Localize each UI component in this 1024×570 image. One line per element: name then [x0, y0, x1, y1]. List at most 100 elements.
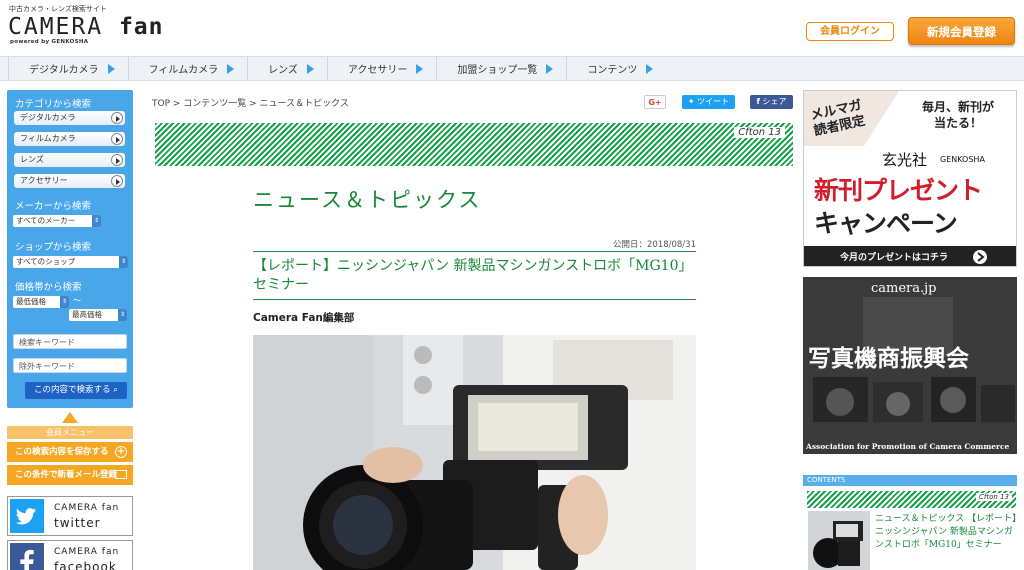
category-label: アクセサリー: [20, 176, 68, 185]
chevron-right-icon: [111, 175, 123, 187]
shop-select-value: すべてのショップ: [16, 257, 76, 266]
category-accessory[interactable]: アクセサリー: [14, 174, 125, 188]
facebook-label: facebook: [54, 560, 117, 570]
login-button[interactable]: 会員ログイン: [806, 22, 894, 41]
arrow-right-icon: [416, 63, 424, 74]
chevron-right-icon: [111, 154, 123, 166]
category-digital[interactable]: デジタルカメラ: [14, 111, 125, 125]
category-lens[interactable]: レンズ: [14, 153, 125, 167]
price-min-value: 最低価格: [16, 297, 46, 306]
member-menu-heading: 会員メニュー: [7, 426, 133, 439]
nav-item-shops[interactable]: 加盟ショップ一覧: [436, 57, 566, 80]
keyword-input[interactable]: 検索キーワード: [13, 334, 127, 349]
breadcrumb[interactable]: TOP > コンテンツ一覧 > ニュース＆トピックス: [152, 96, 349, 109]
price-max-value: 最高価格: [72, 310, 102, 319]
mail-register-label: この条件で新着メール登録: [15, 470, 118, 480]
logo-tagline: 中古カメラ・レンズ検索サイト: [9, 5, 107, 13]
ad2-en: Association for Promotion of Camera Comm…: [806, 442, 1010, 451]
maker-select[interactable]: すべてのメーカー ⇕: [13, 215, 101, 227]
twitter-label: twitter: [54, 516, 101, 530]
mail-icon: [115, 470, 127, 479]
exclude-keyword-input[interactable]: 除外キーワード: [13, 358, 127, 373]
stripe-label: Cfton 13: [734, 127, 785, 138]
twitter-brand: CAMERA fan: [54, 503, 120, 513]
arrow-right-icon: [546, 63, 554, 74]
category-label: フィルムカメラ: [20, 134, 76, 143]
triangle-up-icon: [62, 412, 78, 423]
price-heading: 価格帯から検索: [15, 282, 82, 293]
twitter-banner[interactable]: CAMERA fan twitter: [7, 496, 133, 536]
nav-item-lens[interactable]: レンズ: [247, 57, 327, 80]
tweet-label: ツイート: [697, 97, 730, 106]
ad1-big2: キャンペーン: [814, 209, 958, 238]
facebook-share-button[interactable]: f シェア: [750, 95, 793, 109]
title-bottom-rule: [253, 299, 696, 300]
tweet-button[interactable]: ✦ ツイート: [682, 95, 735, 109]
nav-item-digital[interactable]: デジタルカメラ: [8, 57, 128, 80]
published-date: 公開日：2018/08/31: [613, 240, 696, 250]
nav-item-contents[interactable]: コンテンツ: [566, 57, 666, 80]
shop-select[interactable]: すべてのショップ ⇕: [13, 256, 128, 268]
chevron-right-icon: [111, 133, 123, 145]
search-icon: ⌕: [113, 385, 118, 395]
arrow-right-icon: [306, 63, 314, 74]
title-top-rule: [253, 251, 696, 252]
ad1-cta: 今月のプレゼントはコチラ: [840, 253, 949, 263]
site-header: 中古カメラ・レンズ検索サイト CAMERA fan powered by GEN…: [0, 0, 1024, 56]
logo-word: CAMERA: [8, 14, 104, 40]
present-campaign-banner[interactable]: メルマガ 読者限定 毎月、新刊が 当たる！ 玄光社 GENKOSHA 新刊プレゼ…: [803, 90, 1017, 267]
arrow-right-icon: [107, 63, 115, 74]
nav-label: フィルムカメラ: [148, 65, 219, 76]
section-title: ニュース＆トピックス: [253, 188, 482, 212]
save-search-label: この検索内容を保存する: [15, 447, 109, 457]
nav-label: 加盟ショップ一覧: [457, 65, 538, 76]
maker-heading: メーカーから検索: [15, 201, 92, 212]
section-stripe-banner: Cfton 13: [155, 123, 793, 166]
camera-association-banner[interactable]: camera.jp 写真機商振興会 Association for Promot…: [803, 277, 1017, 454]
twitter-icon: [10, 499, 44, 533]
plus-circle-icon: +: [115, 446, 127, 458]
facebook-small-icon: f: [756, 97, 760, 106]
ad1-line4: 当たる！: [933, 116, 982, 130]
price-max-select[interactable]: 最高価格 ⇕: [69, 309, 127, 321]
ad1-brand-en: GENKOSHA: [940, 155, 985, 164]
select-arrows-icon: ⇕: [92, 215, 101, 227]
arrow-right-icon: [227, 63, 235, 74]
nav-label: アクセサリー: [347, 65, 408, 76]
maker-select-value: すべてのメーカー: [16, 216, 76, 225]
facebook-icon: [10, 543, 44, 570]
ad2-site: camera.jp: [871, 281, 937, 296]
price-separator: 〜: [73, 296, 81, 305]
main-nav: デジタルカメラ フィルムカメラ レンズ アクセサリー 加盟ショップ一覧 コンテン…: [0, 56, 1024, 81]
article-photo: [253, 335, 696, 570]
facebook-banner[interactable]: CAMERA fan facebook: [7, 540, 133, 570]
category-film[interactable]: フィルムカメラ: [14, 132, 125, 146]
facebook-brand: CAMERA fan: [54, 547, 120, 557]
bird-icon: ✦: [687, 97, 695, 106]
mini-stripe-label: Cfton 13: [976, 493, 1012, 501]
category-heading: カテゴリから検索: [15, 99, 92, 110]
register-button[interactable]: 新規会員登録: [908, 17, 1015, 45]
search-sidebar: カテゴリから検索 デジタルカメラ フィルムカメラ レンズ アクセサリー メーカー…: [7, 90, 133, 408]
article-title: 【レポート】ニッシンジャパン 新製品マシンガンストロボ「MG10」セミナー: [253, 258, 693, 293]
save-search-button[interactable]: この検索内容を保存する +: [7, 442, 133, 462]
price-min-select[interactable]: 最低価格 ⇕: [13, 296, 69, 308]
nav-item-film[interactable]: フィルムカメラ: [127, 57, 248, 80]
search-button[interactable]: この内容で検索する ⌕: [25, 382, 127, 399]
category-label: デジタルカメラ: [20, 113, 76, 122]
gplus-share-button[interactable]: G+: [644, 95, 666, 109]
ad1-line3: 毎月、新刊が: [921, 100, 994, 114]
ad2-title: 写真機商振興会: [808, 345, 969, 372]
article-author: Camera Fan編集部: [253, 312, 355, 324]
select-arrows-icon: ⇕: [60, 296, 69, 308]
mail-register-button[interactable]: この条件で新着メール登録: [7, 465, 133, 485]
nav-item-accessory[interactable]: アクセサリー: [326, 57, 437, 80]
page: 中古カメラ・レンズ検索サイト CAMERA fan powered by GEN…: [0, 0, 1024, 570]
nav-label: レンズ: [268, 65, 298, 76]
select-arrows-icon: ⇕: [118, 309, 127, 321]
contents-item-title[interactable]: ニュース＆トピックス 【レポート】ニッシンジャパン 新製品マシンガンストロボ「M…: [875, 513, 1020, 552]
site-logo[interactable]: CAMERA fan: [8, 14, 164, 40]
contents-thumbnail[interactable]: [808, 511, 870, 570]
logo-fan: fan: [118, 14, 164, 40]
ad1-brand: 玄光社: [882, 151, 928, 169]
